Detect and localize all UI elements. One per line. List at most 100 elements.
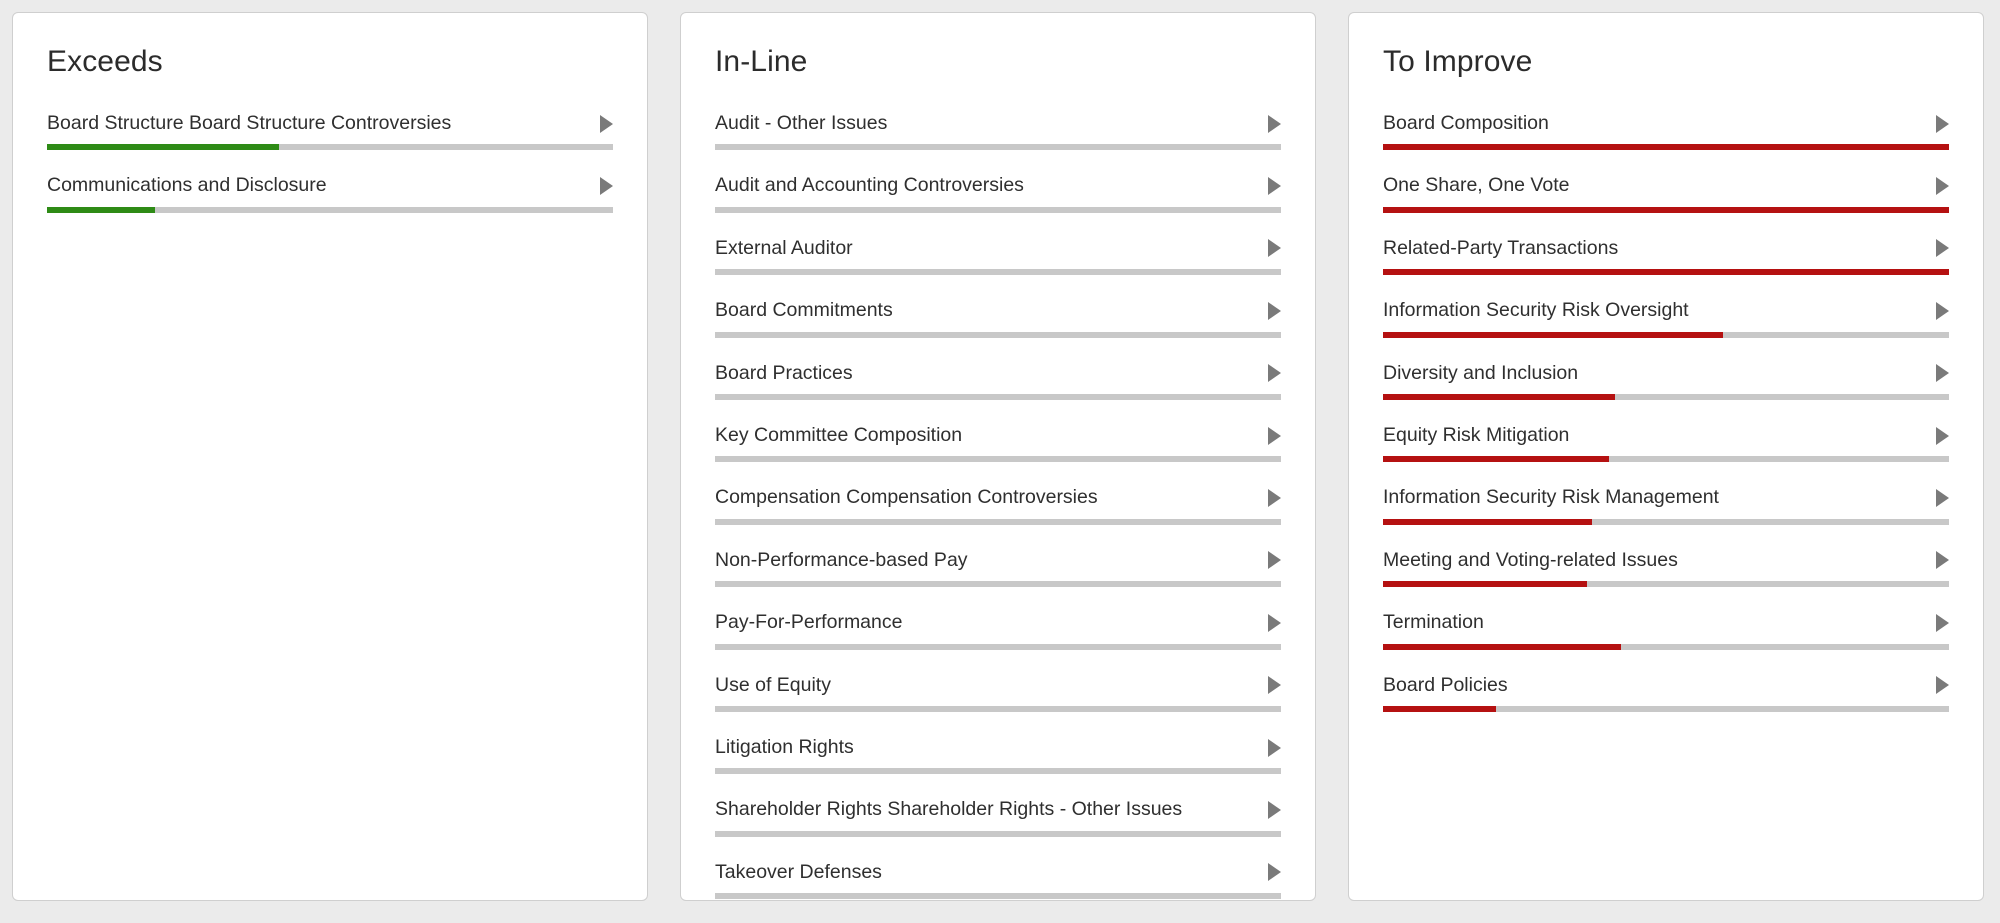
scorecard-row[interactable]: Audit - Other Issues <box>715 112 1281 161</box>
caret-right-icon[interactable] <box>1268 676 1281 695</box>
scorecard-row[interactable]: Non-Performance-based Pay <box>715 549 1281 598</box>
row-label: External Auditor <box>715 236 853 259</box>
row-header: Compensation Compensation Controversies <box>715 486 1281 509</box>
row-header: Shareholder Rights Shareholder Rights - … <box>715 798 1281 821</box>
scorecard-row[interactable]: Litigation Rights <box>715 736 1281 785</box>
caret-right-icon[interactable] <box>1936 426 1949 445</box>
caret-right-icon[interactable] <box>600 114 613 133</box>
caret-right-icon[interactable] <box>600 177 613 196</box>
row-label: One Share, One Vote <box>1383 174 1570 197</box>
row-list: Audit - Other Issues Audit and Accounting… <box>715 112 1281 923</box>
scorecard-row[interactable]: Information Security Risk Management <box>1383 486 1949 535</box>
score-bar-track <box>47 206 613 213</box>
score-bar-track <box>1383 581 1949 588</box>
caret-right-icon[interactable] <box>1268 489 1281 508</box>
score-bar-fill <box>1383 206 1949 213</box>
scorecard-row[interactable]: Takeover Defenses <box>715 861 1281 910</box>
score-bar-track <box>715 456 1281 463</box>
caret-right-icon[interactable] <box>1268 551 1281 570</box>
caret-right-icon[interactable] <box>1936 551 1949 570</box>
scorecard-row[interactable]: Audit and Accounting Controversies <box>715 174 1281 223</box>
row-header: One Share, One Vote <box>1383 174 1949 197</box>
row-label: Non-Performance-based Pay <box>715 548 968 571</box>
scorecard-row[interactable]: One Share, One Vote <box>1383 174 1949 223</box>
scorecard-row[interactable]: Use of Equity <box>715 674 1281 723</box>
row-label: Use of Equity <box>715 673 831 696</box>
row-label: Shareholder Rights Shareholder Rights - … <box>715 798 1183 821</box>
caret-right-icon[interactable] <box>1268 800 1281 819</box>
scorecard-row[interactable]: Related-Party Transactions <box>1383 237 1949 286</box>
scorecard-row[interactable]: Key Committee Composition <box>715 424 1281 473</box>
row-header: Board Composition <box>1383 112 1949 135</box>
row-label: Board Commitments <box>715 299 893 322</box>
scorecard-row[interactable]: Pay-For-Performance <box>715 611 1281 660</box>
row-header: Non-Performance-based Pay <box>715 549 1281 572</box>
scorecard-row[interactable]: Equity Risk Mitigation <box>1383 424 1949 473</box>
caret-right-icon[interactable] <box>1268 177 1281 196</box>
row-label: Board Policies <box>1383 673 1508 696</box>
scorecard-board: Exceeds Board Structure Board Structure C… <box>0 0 2000 913</box>
caret-right-icon[interactable] <box>1268 426 1281 445</box>
caret-right-icon[interactable] <box>1268 613 1281 632</box>
caret-right-icon[interactable] <box>1268 114 1281 133</box>
scorecard-row[interactable]: Information Security Risk Oversight <box>1383 299 1949 348</box>
row-label: Information Security Risk Management <box>1383 486 1719 509</box>
score-bar-track <box>1383 643 1949 650</box>
row-label: Audit and Accounting Controversies <box>715 174 1024 197</box>
caret-right-icon[interactable] <box>1936 489 1949 508</box>
caret-right-icon[interactable] <box>1936 177 1949 196</box>
score-bar-fill <box>1383 643 1621 650</box>
caret-right-icon[interactable] <box>1268 239 1281 258</box>
scorecard-row[interactable]: Board Policies <box>1383 674 1949 723</box>
row-label: Board Structure Board Structure Controve… <box>47 112 452 134</box>
score-bar-track <box>715 830 1281 837</box>
score-bar-fill <box>1383 144 1949 151</box>
score-bar-track <box>715 393 1281 400</box>
row-label: Related-Party Transactions <box>1383 236 1619 259</box>
row-label: Information Security Risk Oversight <box>1383 299 1689 322</box>
caret-right-icon[interactable] <box>1936 676 1949 695</box>
scorecard-row[interactable]: Board Practices <box>715 362 1281 411</box>
scorecard-row[interactable]: Board Commitments <box>715 299 1281 348</box>
caret-right-icon[interactable] <box>1268 863 1281 882</box>
row-label: Litigation Rights <box>715 735 854 758</box>
scorecard-row[interactable]: Termination <box>1383 611 1949 660</box>
row-header: Pay-For-Performance <box>715 611 1281 634</box>
scorecard-row[interactable]: Board Structure Board Structure Controve… <box>47 112 613 161</box>
caret-right-icon[interactable] <box>1268 301 1281 320</box>
scorecard-row[interactable]: Diversity and Inclusion <box>1383 362 1949 411</box>
caret-right-icon[interactable] <box>1268 738 1281 757</box>
scorecard-row[interactable]: Communications and Disclosure <box>47 174 613 223</box>
score-bar-fill <box>1383 705 1497 712</box>
score-bar-track <box>1383 144 1949 151</box>
caret-right-icon[interactable] <box>1268 364 1281 383</box>
row-label: Diversity and Inclusion <box>1383 361 1579 384</box>
score-bar-fill <box>1383 581 1587 588</box>
scorecard-row[interactable]: Shareholder Rights Shareholder Rights - … <box>715 798 1281 847</box>
row-header: Board Practices <box>715 362 1281 385</box>
row-header: Use of Equity <box>715 674 1281 697</box>
score-bar-track <box>715 581 1281 588</box>
row-label: Communications and Disclosure <box>47 174 327 197</box>
row-header: Diversity and Inclusion <box>1383 362 1949 385</box>
row-label: Audit - Other Issues <box>715 112 888 134</box>
row-header: Board Structure Board Structure Controve… <box>47 112 613 135</box>
row-header: Equity Risk Mitigation <box>1383 424 1949 447</box>
scorecard-row[interactable]: Board Composition <box>1383 112 1949 161</box>
row-label: Key Committee Composition <box>715 423 963 446</box>
score-bar-track <box>47 144 613 151</box>
score-bar-fill <box>1383 269 1949 276</box>
caret-right-icon[interactable] <box>1936 301 1949 320</box>
scorecard-row[interactable]: Meeting and Voting-related Issues <box>1383 549 1949 598</box>
scorecard-row[interactable]: Compensation Compensation Controversies <box>715 486 1281 535</box>
row-header: Meeting and Voting-related Issues <box>1383 549 1949 572</box>
caret-right-icon[interactable] <box>1936 114 1949 133</box>
scorecard-row[interactable]: External Auditor <box>715 237 1281 286</box>
score-bar-track <box>1383 331 1949 338</box>
row-label: Board Composition <box>1383 112 1549 134</box>
caret-right-icon[interactable] <box>1936 239 1949 258</box>
score-bar-track <box>715 643 1281 650</box>
caret-right-icon[interactable] <box>1936 613 1949 632</box>
score-bar-track <box>1383 705 1949 712</box>
caret-right-icon[interactable] <box>1936 364 1949 383</box>
